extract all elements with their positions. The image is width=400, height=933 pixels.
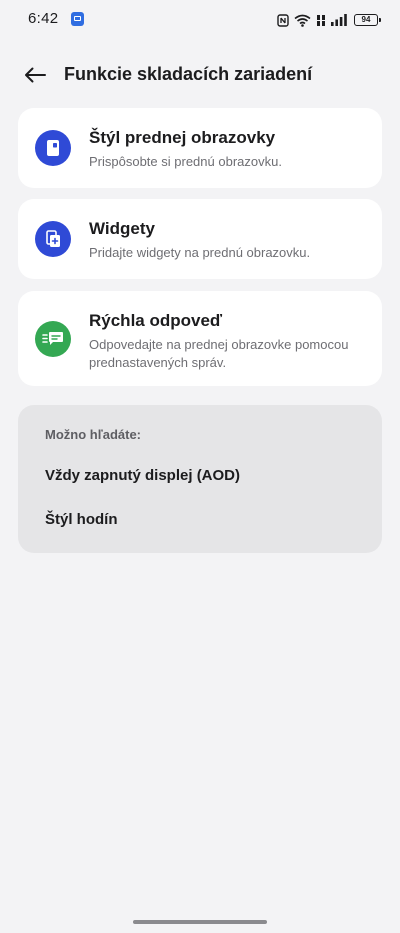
notification-app-icon xyxy=(71,12,84,26)
nfc-icon xyxy=(277,13,289,27)
card-title: Widgety xyxy=(89,219,155,238)
card-title: Štýl prednej obrazovky xyxy=(89,128,276,147)
card-front-screen-style[interactable]: Štýl prednej obrazovky Prispôsobte si pr… xyxy=(18,108,382,188)
card-title: Rýchla odpoveď xyxy=(89,311,223,330)
suggestions-label: Možno hľadáte: xyxy=(45,427,142,442)
suggestion-link-aod[interactable]: Vždy zapnutý displej (AOD) xyxy=(45,467,240,484)
status-icons: 94 xyxy=(277,10,381,30)
screen: 6:42 94 Funkcie skladacích zariadení Štý… xyxy=(0,0,400,933)
front-screen-icon xyxy=(35,130,71,166)
status-time: 6:42 xyxy=(28,10,59,27)
status-bar: 6:42 94 xyxy=(0,0,400,40)
page-title: Funkcie skladacích zariadení xyxy=(64,64,313,84)
wifi-icon xyxy=(294,14,311,27)
arrow-left-icon xyxy=(25,67,46,83)
card-quick-reply[interactable]: Rýchla odpoveď Odpovedajte na prednej ob… xyxy=(18,291,382,386)
card-description: Prispôsobte si prednú obrazovku. xyxy=(89,154,282,169)
card-description: Pridajte widgety na prednú obrazovku. xyxy=(89,245,311,260)
signal-icon xyxy=(331,14,347,26)
battery-level: 94 xyxy=(361,15,371,24)
back-button[interactable] xyxy=(18,58,52,92)
home-indicator[interactable] xyxy=(133,920,267,924)
suggestions-panel: Možno hľadáte: Vždy zapnutý displej (AOD… xyxy=(18,405,382,553)
suggestion-link-clock-style[interactable]: Štýl hodín xyxy=(45,511,118,528)
card-description: Odpovedajte na prednej obrazovke pomocou… xyxy=(89,337,349,370)
card-widgets[interactable]: Widgety Pridajte widgety na prednú obraz… xyxy=(18,199,382,279)
battery-icon: 94 xyxy=(354,14,381,26)
header: Funkcie skladacích zariadení xyxy=(0,52,400,96)
volte-icon xyxy=(317,14,325,26)
message-icon xyxy=(35,321,71,357)
widget-icon xyxy=(35,221,71,257)
